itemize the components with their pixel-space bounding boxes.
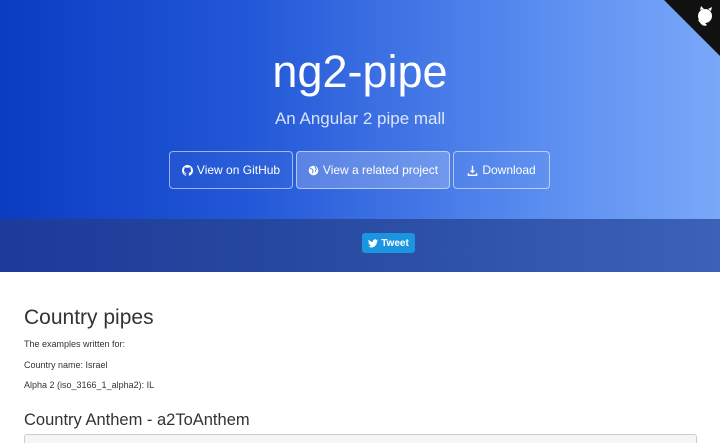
social-band bbox=[0, 219, 720, 272]
country-name-text: Country name: Israel bbox=[24, 360, 108, 370]
tweet-label: Tweet bbox=[381, 237, 409, 249]
view-related-project-button[interactable]: View a related project bbox=[296, 151, 450, 189]
view-related-project-label: View a related project bbox=[322, 163, 439, 177]
view-on-github-label: View on GitHub bbox=[196, 163, 281, 177]
download-label: Download bbox=[482, 163, 536, 177]
octocat-icon bbox=[664, 0, 720, 56]
tweet-button[interactable]: Tweet bbox=[362, 233, 415, 253]
code-block bbox=[24, 434, 697, 443]
subsection-title: Country Anthem - a2ToAnthem bbox=[24, 411, 250, 429]
page-title: ng2-pipe bbox=[272, 46, 448, 97]
hero-button-row: View on GitHub View a related project Do… bbox=[0, 151, 720, 191]
view-on-github-button[interactable]: View on GitHub bbox=[169, 151, 293, 189]
twitter-bird-icon bbox=[368, 238, 379, 248]
section-title: Country pipes bbox=[24, 306, 154, 329]
download-icon bbox=[467, 165, 478, 176]
github-corner[interactable] bbox=[664, 0, 720, 56]
github-icon bbox=[181, 164, 193, 176]
page-subtitle: An Angular 2 pipe mall bbox=[274, 109, 446, 128]
intro-text: The examples written for: bbox=[24, 339, 126, 349]
globe-icon bbox=[308, 165, 319, 176]
alpha2-text: Alpha 2 (iso_3166_1_alpha2): IL bbox=[24, 380, 155, 390]
download-button[interactable]: Download bbox=[453, 151, 550, 189]
